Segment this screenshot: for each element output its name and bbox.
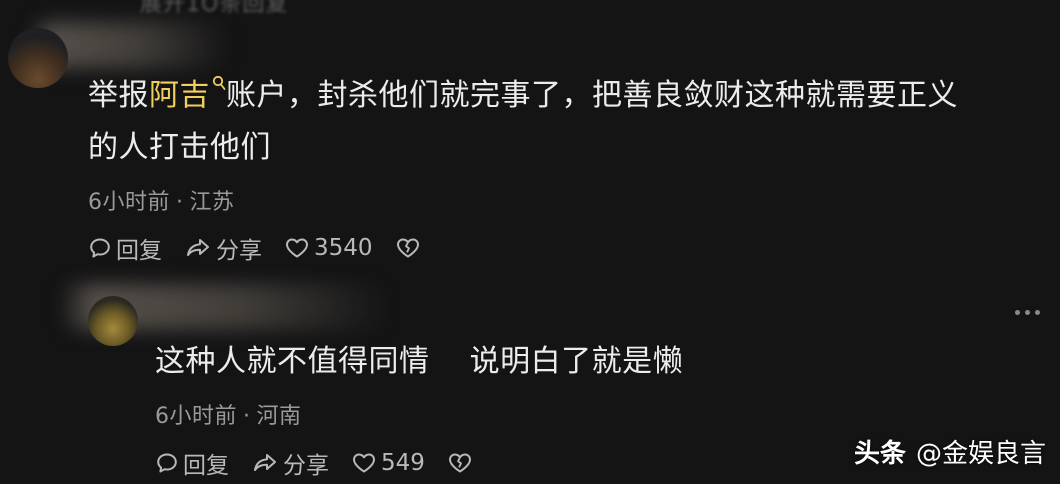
mention-link[interactable]: 阿吉 xyxy=(149,78,210,113)
avatar[interactable] xyxy=(88,296,138,346)
share-button[interactable]: 分享 xyxy=(184,231,262,265)
dislike-button[interactable] xyxy=(395,236,425,260)
reply-time: 6小时前 xyxy=(155,404,237,429)
comment-text: 举报阿吉 账户，封杀他们就完事了，把善良敛财这种就需要正义 的人打击他们 xyxy=(88,70,1048,174)
comment-meta: 6小时前 · 江苏 xyxy=(88,184,235,216)
like-count: 549 xyxy=(381,450,425,476)
reply-location: 河南 xyxy=(256,404,302,429)
meta-separator: · xyxy=(243,404,251,429)
share-label: 分享 xyxy=(283,453,329,479)
comment-location: 江苏 xyxy=(189,190,235,215)
reply-label: 回复 xyxy=(183,453,229,479)
dislike-button[interactable] xyxy=(447,451,477,475)
heart-icon xyxy=(286,238,308,258)
avatar[interactable] xyxy=(8,28,68,88)
like-button[interactable]: 3540 xyxy=(284,235,373,261)
speech-bubble-icon xyxy=(157,453,177,473)
reply-meta: 6小时前 · 河南 xyxy=(155,398,302,430)
reply-label: 回复 xyxy=(116,238,162,264)
comment-text-rest: 账户，封杀他们就完事了，把善良敛财这种就需要正义 xyxy=(226,78,958,113)
comment-time: 6小时前 xyxy=(88,190,170,215)
share-label: 分享 xyxy=(216,238,262,264)
comment-line-1: 举报阿吉 账户，封杀他们就完事了，把善良敛财这种就需要正义 xyxy=(88,70,1048,122)
share-arrow-icon xyxy=(187,239,209,256)
reply-button[interactable]: 回复 xyxy=(88,231,162,265)
watermark-brand: 头条 xyxy=(853,439,906,469)
share-button[interactable]: 分享 xyxy=(251,446,329,480)
like-button[interactable]: 549 xyxy=(351,450,425,476)
comment-line-2: 的人打击他们 xyxy=(88,130,271,165)
watermark-account: @金娱良言 xyxy=(915,439,1046,469)
comment-text-prefix: 举报 xyxy=(88,78,149,113)
share-arrow-icon xyxy=(254,454,276,471)
broken-heart-icon xyxy=(448,453,471,473)
heart-icon xyxy=(353,453,375,473)
comment-actions: 回复 分享 3540 xyxy=(88,231,447,265)
meta-separator: · xyxy=(176,190,184,215)
more-dots-icon[interactable] xyxy=(1015,310,1040,315)
like-count: 3540 xyxy=(314,235,373,261)
search-icon xyxy=(212,75,226,90)
reply-button[interactable]: 回复 xyxy=(155,446,229,480)
broken-heart-icon xyxy=(396,238,419,258)
reply-actions: 回复 分享 549 xyxy=(155,446,499,480)
watermark: 头条 @金娱良言 xyxy=(854,433,1046,470)
expand-replies-text[interactable]: 展开1O条回复 xyxy=(140,0,288,18)
reply-text: 这种人就不值得同情 说明白了就是懒 xyxy=(155,344,684,379)
speech-bubble-icon xyxy=(90,238,110,258)
